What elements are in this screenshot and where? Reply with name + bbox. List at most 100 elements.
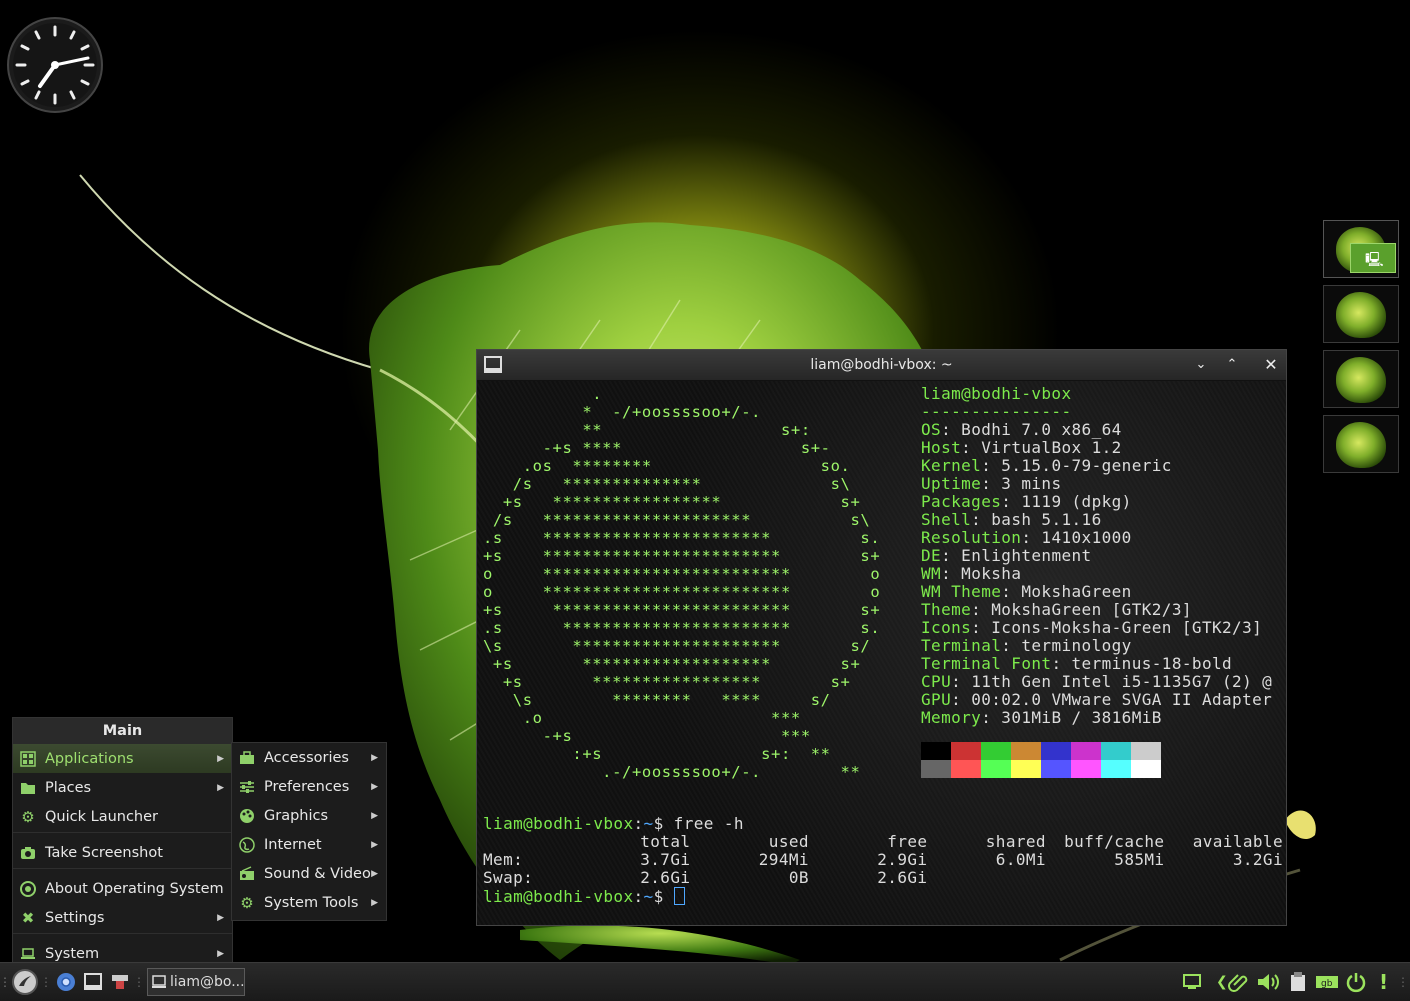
submenu-arrow-icon: ▶	[371, 781, 378, 792]
ascii-line: \s ********************* s/	[483, 637, 871, 655]
submenu-arrow-icon: ▶	[217, 753, 224, 764]
applications-submenu: Accessories ▶ Preferences ▶ Graphics ▶ I…	[231, 742, 387, 921]
ascii-line: +s ******************* s+	[483, 655, 861, 673]
menu-item-applications[interactable]: Applications ▶	[13, 744, 232, 773]
ascii-line: \s ******** **** s/	[483, 691, 831, 709]
folder-icon	[19, 779, 37, 797]
screen-icon[interactable]	[1182, 970, 1202, 994]
alert-icon[interactable]: !	[1379, 970, 1388, 994]
ascii-line: /s ********************* s\	[483, 511, 871, 529]
neofetch-value: MokshaGreen	[1021, 582, 1132, 601]
palette-swatch	[1131, 742, 1161, 760]
neofetch-key: OS	[921, 420, 942, 439]
menu-item-take-screenshot[interactable]: Take Screenshot	[13, 838, 232, 867]
prompt-user: liam@bodhi-vbox	[483, 887, 634, 906]
submenu-item-system-tools[interactable]: ⚙ System Tools ▶	[232, 888, 386, 917]
workspace-3[interactable]	[1323, 350, 1399, 408]
free-table-cell	[1046, 869, 1165, 887]
free-table-cell: 2.6Gi	[640, 868, 691, 887]
menu-title: Main	[13, 718, 232, 744]
submenu-arrow-icon: ▶	[371, 868, 378, 879]
palette-swatch	[921, 742, 951, 760]
neofetch-row: Kernel: 5.15.0-79-generic	[921, 456, 1172, 475]
submenu-item-graphics[interactable]: Graphics ▶	[232, 801, 386, 830]
palette-icon	[238, 807, 256, 825]
keyboard-layout-icon[interactable]: gb	[1315, 970, 1339, 994]
main-menu: Main Applications ▶ Places ▶ ⚙ Quick Lau…	[12, 717, 233, 966]
free-table-cell: 3.7Gi	[640, 850, 691, 869]
browser-launcher[interactable]	[54, 968, 78, 996]
free-table-cell: 2.9Gi	[877, 850, 928, 869]
radio-icon	[238, 865, 256, 883]
power-icon[interactable]	[1345, 970, 1367, 994]
palette-swatch	[1071, 760, 1101, 778]
submenu-item-preferences[interactable]: Preferences ▶	[232, 772, 386, 801]
submenu-arrow-icon: ▶	[371, 752, 378, 763]
neofetch-key: Terminal Font	[921, 654, 1052, 673]
free-table-row: Swap: 2.6Gi 0B 2.6Gi	[483, 869, 1283, 887]
taskbar-window-terminal[interactable]: liam@bo...	[147, 968, 245, 996]
terminal-window[interactable]: liam@bodhi-vbox: ~ ⌄ ⌃ ✕ . * -/+oossssoo…	[476, 349, 1287, 926]
svg-text:gb: gb	[1321, 979, 1333, 989]
menu-item-label: Internet	[264, 836, 322, 853]
submenu-arrow-icon: ▶	[217, 912, 224, 923]
file-manager-launcher[interactable]	[108, 968, 132, 996]
workspace-4[interactable]	[1323, 415, 1399, 473]
terminal-launcher[interactable]	[81, 968, 105, 996]
clock-gadget[interactable]	[6, 16, 104, 114]
neofetch-value: terminus-18-bold	[1071, 654, 1233, 673]
taskbar-handle-icon: ⋮	[0, 975, 11, 989]
neofetch-key: DE	[921, 546, 942, 565]
terminal-icon	[84, 973, 102, 990]
shell-prompt-current[interactable]: liam@bodhi-vbox:~$	[483, 887, 1280, 906]
briefcase-icon	[238, 749, 256, 767]
free-table-cell: 6.0Mi	[995, 850, 1046, 869]
ascii-line: * -/+oossssoo+/-.	[483, 403, 762, 421]
neofetch-value: 1410x1000	[1041, 528, 1132, 547]
start-menu-button[interactable]	[10, 968, 40, 996]
taskbar-separator: ⋮	[133, 975, 145, 989]
neofetch-key: GPU	[921, 690, 952, 709]
minimize-button[interactable]: ⌄	[1191, 355, 1211, 375]
terminal-icon[interactable]	[483, 355, 505, 375]
workspace-1[interactable]: 🖳	[1323, 220, 1399, 278]
ascii-line: .s *********************** s.	[483, 619, 881, 637]
terminal-titlebar[interactable]: liam@bodhi-vbox: ~ ⌄ ⌃ ✕	[477, 350, 1286, 381]
tray-expand-icon[interactable]: ❮	[1216, 970, 1228, 994]
distro-ascii-logo: . * -/+oossssoo+/-. ** s+: -+s **** s+- …	[483, 385, 880, 781]
color-palette	[921, 742, 1161, 778]
workspace-2[interactable]	[1323, 285, 1399, 343]
file-manager-icon	[112, 975, 128, 989]
terminal-content[interactable]: . * -/+oossssoo+/-. ** s+: -+s **** s+- …	[477, 381, 1286, 925]
submenu-arrow-icon: ▶	[217, 782, 224, 793]
workspace-pager: 🖳	[1323, 220, 1401, 480]
free-table-cell: shared	[985, 832, 1046, 851]
free-table-cell: total	[640, 832, 691, 851]
free-table-cell: 2.6Gi	[877, 868, 928, 887]
submenu-item-sound-video[interactable]: Sound & Video ▶	[232, 859, 386, 888]
neofetch-key: Icons	[921, 618, 972, 637]
close-button[interactable]: ✕	[1261, 355, 1281, 375]
paperclip-icon[interactable]	[1228, 970, 1250, 994]
menu-item-about-os[interactable]: About Operating System	[13, 874, 232, 903]
palette-swatch	[1041, 742, 1071, 760]
palette-swatch	[981, 760, 1011, 778]
free-table-cell: 294Mi	[758, 850, 809, 869]
submenu-item-internet[interactable]: Internet ▶	[232, 830, 386, 859]
neofetch-row: DE: Enlightenment	[921, 546, 1092, 565]
volume-icon[interactable]	[1256, 970, 1282, 994]
camera-icon	[19, 844, 37, 862]
neofetch-row: Uptime: 3 mins	[921, 474, 1062, 493]
menu-item-quick-launcher[interactable]: ⚙ Quick Launcher	[13, 802, 232, 831]
prompt-user: liam@bodhi-vbox	[483, 814, 634, 833]
submenu-item-accessories[interactable]: Accessories ▶	[232, 743, 386, 772]
workspace-thumbnail	[1336, 292, 1386, 338]
clipboard-icon[interactable]	[1289, 970, 1307, 994]
free-table-cell: 585Mi	[1114, 850, 1165, 869]
menu-item-settings[interactable]: ✖ Settings ▶	[13, 903, 232, 932]
globe-icon	[238, 836, 256, 854]
menu-item-places[interactable]: Places ▶	[13, 773, 232, 802]
command-text: free -h	[663, 814, 744, 833]
neofetch-info: liam@bodhi-vbox --------------- OS: Bodh…	[921, 385, 1272, 727]
maximize-button[interactable]: ⌃	[1222, 355, 1242, 375]
